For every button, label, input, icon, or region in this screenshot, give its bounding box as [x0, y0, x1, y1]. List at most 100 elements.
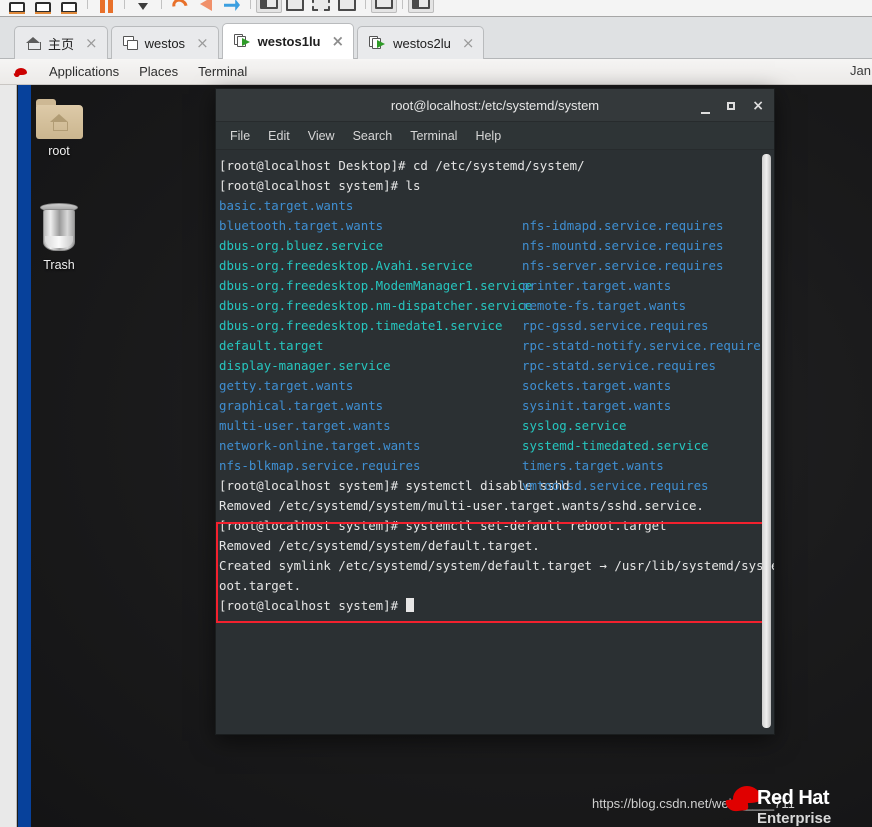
tab-label: westos	[144, 35, 186, 51]
redhat-brand: Red Hat	[757, 787, 830, 809]
terminal-prompt-line: [root@localhost system]#	[219, 596, 774, 616]
terminal-line: [root@localhost Desktop]# cd /etc/system…	[219, 158, 585, 173]
terminal-line: remote-fs.target.wants	[522, 298, 687, 313]
terminal-line: graphical.target.wants	[219, 398, 384, 413]
redhat-logo: Red Hat Enterprise Linux	[725, 786, 872, 827]
desktop-left-edge	[0, 85, 17, 827]
close-button[interactable]: ×	[752, 99, 764, 113]
desktop-icon-root[interactable]: root	[22, 99, 96, 158]
terminal-line: sysinit.target.wants	[522, 398, 672, 413]
terminal-window: root@localhost:/etc/systemd/system × Fil…	[215, 88, 775, 735]
terminal-line: systemd-timedated.service	[522, 438, 709, 453]
desktop-icon-label: Trash	[43, 258, 75, 272]
tab-close-icon[interactable]: ×	[85, 35, 98, 51]
menu-edit[interactable]: Edit	[268, 129, 290, 143]
toolbar-separator	[87, 0, 88, 9]
tab-label: westos2lu	[393, 35, 451, 51]
unity-icon[interactable]	[408, 0, 434, 13]
toolbar-separator	[161, 0, 162, 9]
tab-label: westos1lu	[257, 34, 321, 49]
revert-icon[interactable]	[167, 0, 193, 16]
terminal-line: rpc-statd-notify.service.requires	[522, 338, 769, 353]
tab-home[interactable]: 主页 ×	[14, 26, 108, 59]
vm-tab-strip: 主页 × westos × westos1lu × westos2lu ×	[0, 17, 872, 59]
terminal-line: dbus-org.freedesktop.ModemManager1.servi…	[219, 278, 533, 293]
terminal-scrollbar[interactable]	[762, 154, 771, 728]
terminal-line: syslog.service	[522, 418, 627, 433]
menu-terminal[interactable]: Terminal	[198, 64, 247, 79]
terminal-line: Removed /etc/systemd/system/multi-user.t…	[219, 498, 704, 513]
minimize-button[interactable]	[701, 99, 711, 114]
terminal-line: nfs-server.service.requires	[522, 258, 724, 273]
back-icon[interactable]	[193, 0, 219, 13]
terminal-text: [root@localhost Desktop]# cd /etc/system…	[219, 156, 774, 616]
terminal-line: nfs-mountd.service.requires	[522, 238, 724, 253]
desktop-blue-strip	[18, 85, 31, 827]
desktop-icon-label: root	[48, 144, 70, 158]
monitor-icon[interactable]	[56, 0, 82, 14]
scrollbar-thumb[interactable]	[762, 154, 771, 728]
terminal-line: [root@localhost system]# systemctl set-d…	[219, 518, 667, 533]
terminal-output-area[interactable]: [root@localhost Desktop]# cd /etc/system…	[216, 150, 774, 734]
vmware-toolbar	[0, 0, 872, 17]
monitor-icon[interactable]	[30, 0, 56, 14]
tab-label: 主页	[48, 36, 75, 52]
desktop-icon-trash[interactable]: Trash	[22, 203, 96, 272]
terminal-line: bluetooth.target.wants	[219, 218, 384, 233]
terminal-line: dbus-org.freedesktop.nm-dispatcher.servi…	[219, 298, 533, 313]
monitor-icon[interactable]	[4, 0, 30, 14]
trash-icon	[38, 203, 80, 253]
home-icon	[26, 36, 41, 50]
tab-close-icon[interactable]: ×	[196, 35, 209, 51]
pause-icon[interactable]	[93, 0, 119, 13]
home-folder-icon	[35, 99, 83, 139]
panel-clock[interactable]: Jan	[850, 63, 872, 78]
terminal-line: dbus-org.bluez.service	[219, 238, 384, 253]
menu-places[interactable]: Places	[139, 64, 178, 79]
menu-applications[interactable]: Applications	[49, 64, 119, 79]
terminal-line: nfs-idmapd.service.requires	[522, 218, 724, 233]
ls-listing: basic.target.wants bluetooth.target.wants…	[219, 196, 774, 493]
terminal-line: vmtoolsd.service.requires	[522, 478, 709, 493]
tab-westos[interactable]: westos ×	[110, 26, 219, 59]
maximize-button[interactable]	[727, 99, 736, 112]
terminal-line: Created symlink /etc/systemd/system/defa…	[219, 558, 774, 573]
menu-search[interactable]: Search	[353, 129, 393, 143]
menu-terminal[interactable]: Terminal	[410, 129, 457, 143]
redhat-icon	[14, 66, 29, 78]
toolbar-separator	[365, 0, 366, 9]
terminal-line: rpc-statd.service.requires	[522, 358, 716, 373]
vm-running-icon	[369, 35, 386, 51]
terminal-line: display-manager.service	[219, 358, 391, 373]
forward-icon[interactable]	[219, 0, 245, 13]
redhat-brand-sub: Enterprise Linux	[757, 810, 832, 827]
vm-running-icon	[233, 34, 251, 49]
toolbar-separator	[402, 0, 403, 9]
terminal-line: sockets.target.wants	[522, 378, 672, 393]
terminal-titlebar[interactable]: root@localhost:/etc/systemd/system ×	[216, 89, 774, 122]
menu-view[interactable]: View	[308, 129, 335, 143]
snapshot-down-icon[interactable]	[130, 0, 156, 13]
menu-file[interactable]: File	[230, 129, 250, 143]
tab-close-icon[interactable]: ×	[332, 34, 345, 49]
layout-bottom-icon[interactable]	[282, 0, 308, 13]
terminal-title: root@localhost:/etc/systemd/system	[390, 97, 600, 113]
gnome-top-panel: Applications Places Terminal Jan	[0, 59, 872, 85]
tab-westos1lu[interactable]: westos1lu ×	[221, 23, 355, 59]
terminal-line: basic.target.wants	[219, 198, 354, 213]
terminal-line: nfs-blkmap.service.requires	[219, 458, 421, 473]
terminal-line: rpc-gssd.service.requires	[522, 318, 709, 333]
fullscreen-icon[interactable]	[371, 0, 397, 13]
toolbar-separator	[250, 0, 251, 9]
terminal-cursor	[405, 598, 414, 612]
menu-help[interactable]: Help	[475, 129, 501, 143]
ls-column-right: nfs-idmapd.service.requires nfs-mountd.se…	[522, 196, 768, 496]
terminal-line: multi-user.target.wants	[219, 418, 391, 433]
tab-close-icon[interactable]: ×	[462, 35, 475, 51]
layout-corner-icon[interactable]	[334, 0, 360, 13]
tab-westos2lu[interactable]: westos2lu ×	[357, 26, 485, 59]
terminal-line: dbus-org.freedesktop.timedate1.service	[219, 318, 503, 333]
layout-single-icon[interactable]	[256, 0, 282, 13]
layout-dashed-icon[interactable]	[308, 0, 334, 13]
terminal-line: network-online.target.wants	[219, 438, 421, 453]
